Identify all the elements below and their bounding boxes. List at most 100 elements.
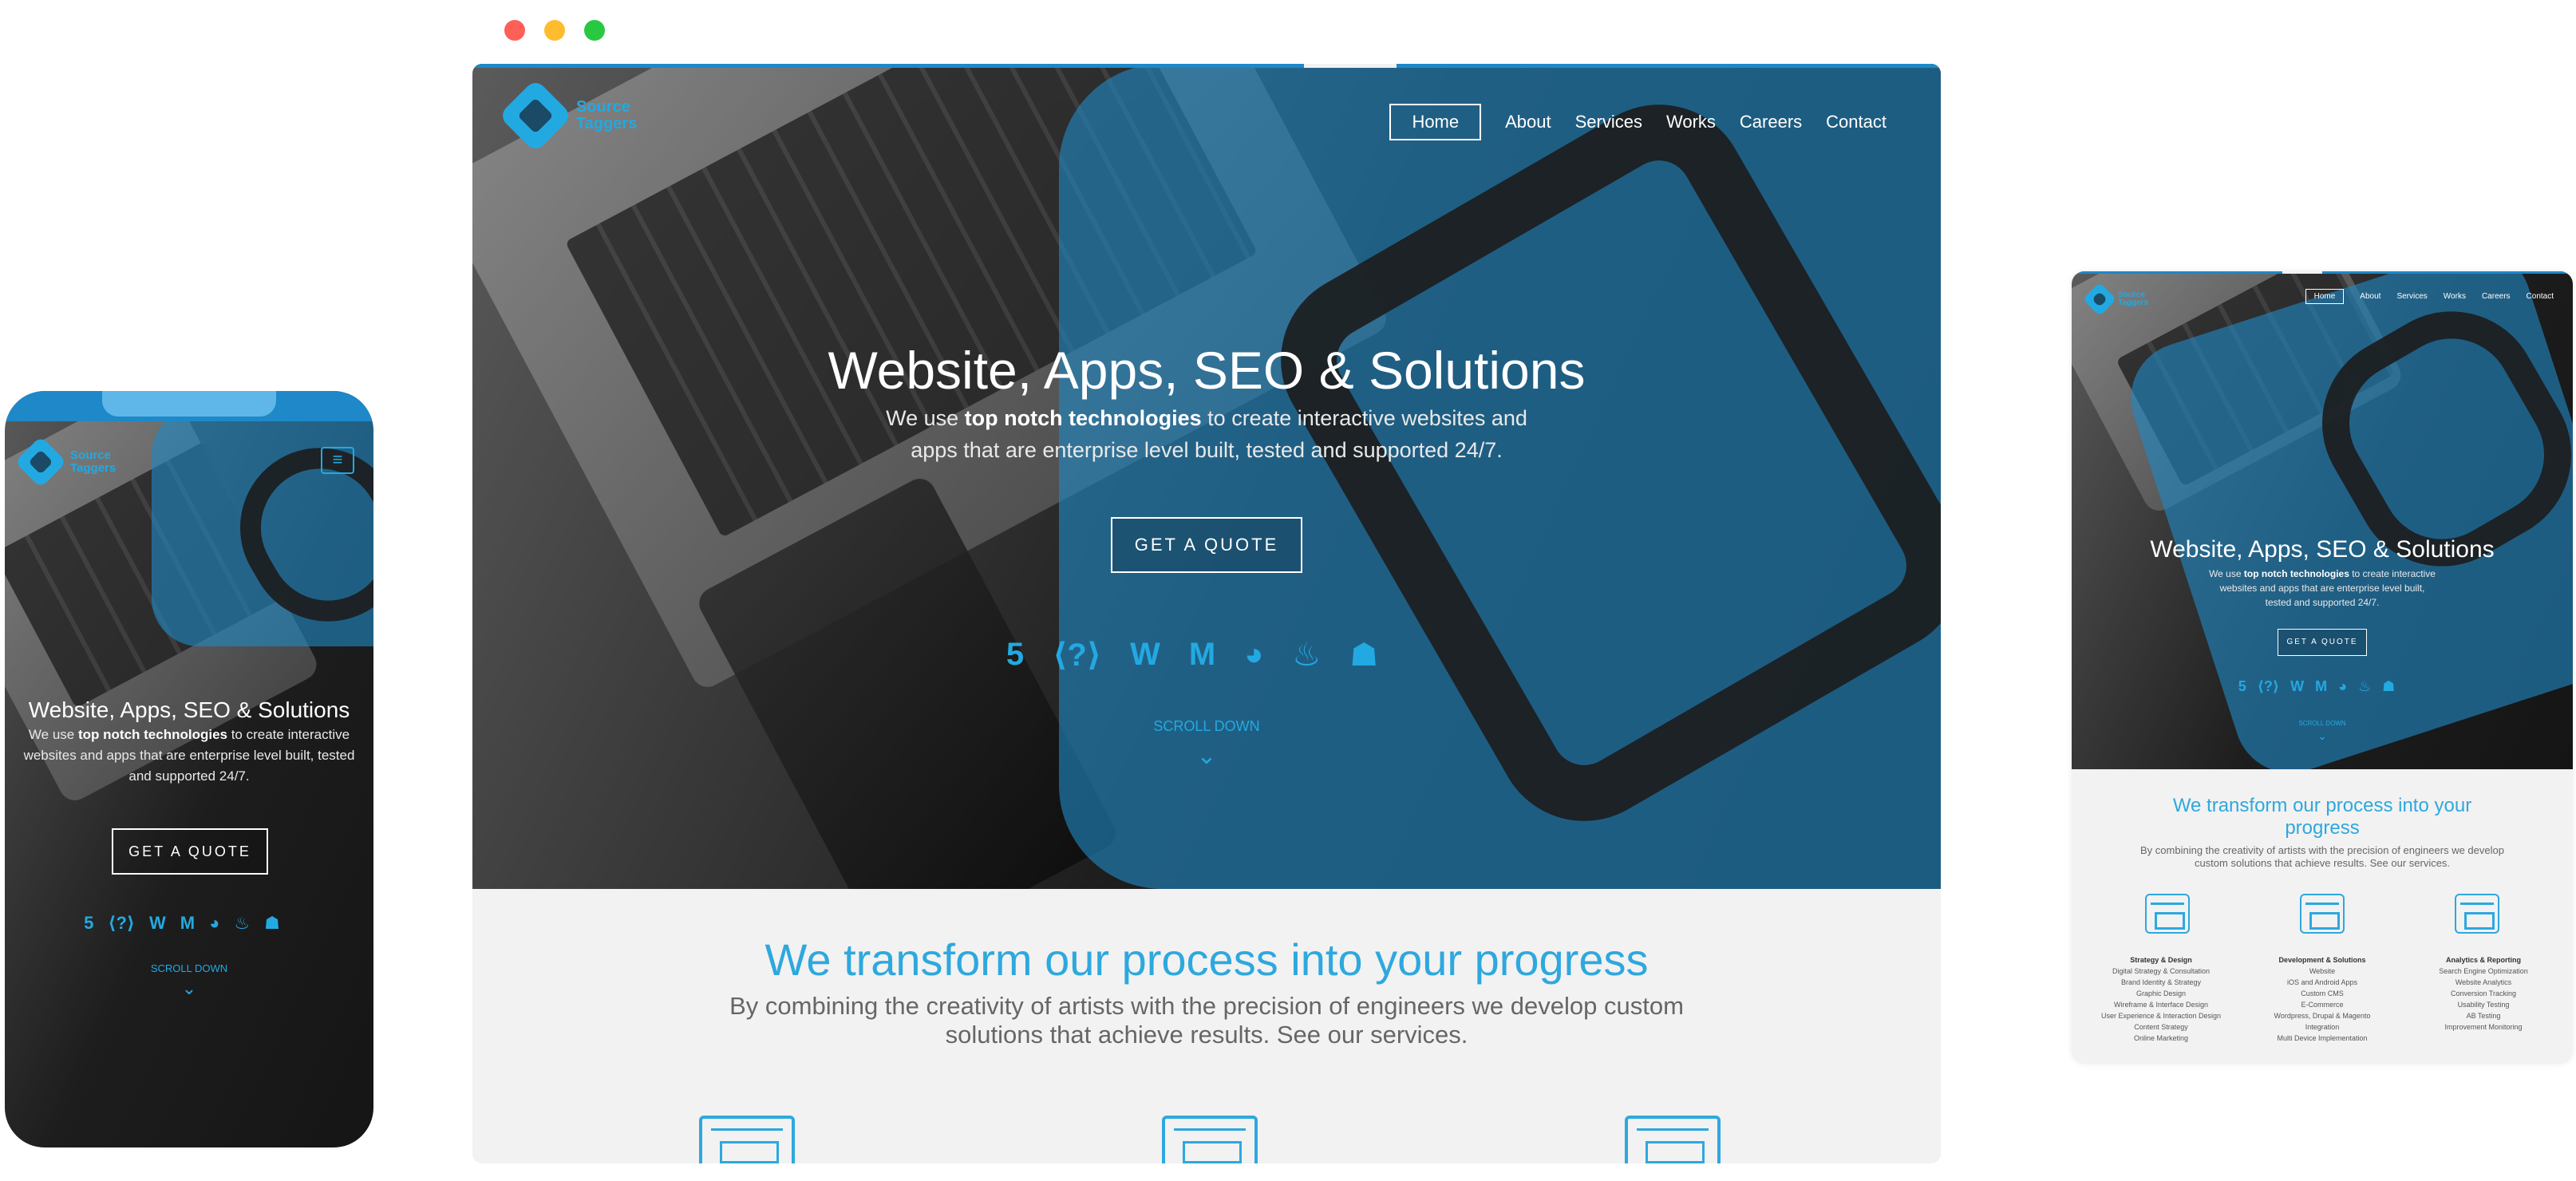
tablet-drupal-icon: ◕: [2338, 678, 2348, 694]
tablet-service-item: AB Testing: [2466, 1012, 2501, 1020]
strategy-design-icon: [699, 1116, 795, 1163]
tablet-hero-title: Website, Apps, SEO & Solutions: [2150, 536, 2495, 563]
phone-speaker-notch: [102, 391, 276, 417]
tablet-nav-contact[interactable]: Contact: [2527, 292, 2554, 301]
tablet-nav-services[interactable]: Services: [2396, 292, 2427, 301]
tablet-service-item: Usability Testing: [2457, 1001, 2510, 1009]
phone-logo-icon: [14, 436, 67, 488]
phone-get-quote-button[interactable]: GET A QUOTE: [112, 828, 268, 875]
nav-contact[interactable]: Contact: [1826, 112, 1887, 132]
phone-brand-logo[interactable]: Source Taggers: [14, 436, 116, 488]
top-accent-notch: [1304, 64, 1397, 68]
tablet-service-item: Online Marketing: [2133, 1034, 2189, 1042]
tablet-service-item: Custom CMS: [2301, 989, 2344, 997]
nav-about[interactable]: About: [1505, 112, 1551, 132]
tablet-service-item: Graphic Design: [2135, 989, 2187, 997]
phone-android-icon: ☗: [264, 913, 280, 933]
tablet-php-icon: ⟨?⟩: [2257, 678, 2280, 694]
logo-text: Source Taggers: [576, 98, 638, 132]
tablet-service-heading: Strategy & Design: [2130, 956, 2192, 964]
top-accent-bar: [472, 64, 1941, 68]
analytics-icon: [1625, 1116, 1721, 1163]
tablet-service-item: Wordpress, Drupal & Magento: [2274, 1012, 2371, 1020]
tablet-magento-icon: M: [2315, 678, 2328, 694]
tablet-service-item: User Experience & Interaction Design: [2100, 1012, 2222, 1020]
phone-wordpress-icon: W: [148, 913, 166, 933]
tablet-mockup: Source Taggers Home About Services Works …: [2072, 271, 2573, 1064]
tablet-chevron-down-icon[interactable]: ⌄: [2072, 729, 2573, 743]
phone-scroll-down-link[interactable]: SCROLL DOWN: [5, 962, 373, 974]
phone-php-icon: ⟨?⟩: [108, 913, 135, 933]
tablet-nav-about[interactable]: About: [2360, 292, 2380, 301]
brand-logo[interactable]: Source Taggers: [498, 78, 638, 153]
tablet-service-item: Brand Identity & Strategy: [2120, 978, 2202, 986]
tablet-brand-logo[interactable]: Source Taggers: [2082, 282, 2149, 317]
tablet-main-nav: Home About Services Works Careers Contac…: [2305, 289, 2554, 304]
close-dot: [504, 20, 525, 41]
tablet-service-heading: Development & Solutions: [2278, 956, 2366, 964]
logo-icon: [498, 78, 573, 153]
phone-hero-section: Source Taggers ≡ Website, Apps, SEO & Sol…: [5, 391, 373, 1147]
tablet-service-item: Content Strategy: [2134, 1023, 2188, 1031]
tablet-service-item: Digital Strategy & Consultation: [2112, 967, 2211, 975]
tablet-service-item: Wireframe & Interface Design: [2113, 1001, 2209, 1009]
nav-services[interactable]: Services: [1575, 112, 1642, 132]
tablet-top-accent-notch: [2282, 271, 2322, 274]
process-title: We transform our process into your progr…: [765, 934, 1649, 985]
phone-java-icon: ♨: [234, 913, 251, 933]
nav-home[interactable]: Home: [1389, 104, 1482, 140]
tablet-nav-works[interactable]: Works: [2444, 292, 2466, 301]
tablet-top-accent-bar: [2072, 271, 2573, 274]
phone-html5-icon: 5: [84, 913, 94, 933]
tablet-development-icon: [2300, 894, 2345, 934]
hero-subtitle: We use top notch technologies to create …: [886, 406, 1527, 462]
tablet-hero-subtitle: We use top notch technologies to create …: [2209, 568, 2436, 608]
tablet-service-heading: Analytics & Reporting: [2445, 956, 2521, 964]
tablet-logo-text: Source Taggers: [2118, 290, 2149, 307]
wordpress-icon: W: [1130, 637, 1160, 672]
process-subtitle: By combining the creativity of artists w…: [729, 992, 1684, 1049]
nav-careers[interactable]: Careers: [1740, 112, 1802, 132]
tablet-tech-icons-row: 5 ⟨?⟩ W M ◕ ♨ ☗: [2072, 678, 2573, 695]
tablet-hero-section: Source Taggers Home About Services Works …: [2072, 271, 2573, 769]
tablet-service-item: Integration: [2305, 1023, 2340, 1031]
java-icon: ♨: [1292, 638, 1322, 673]
tablet-service-item: Multi Device Implementation: [2277, 1034, 2368, 1042]
process-section: We transform our process into your progr…: [472, 934, 1941, 1049]
scroll-down-link[interactable]: SCROLL DOWN: [472, 718, 1941, 735]
tablet-service-item: E-Commerce: [2301, 1001, 2344, 1009]
tablet-service-item: Conversion Tracking: [2450, 989, 2517, 997]
tablet-process-section: We transform our process into your progr…: [2072, 795, 2573, 870]
tablet-process-subtitle: By combining the creativity of artists w…: [2140, 844, 2504, 869]
tablet-nav-careers[interactable]: Careers: [2482, 292, 2511, 301]
tablet-java-icon: ♨: [2358, 678, 2372, 694]
tablet-service-item: Search Engine Optimization: [2439, 967, 2528, 975]
phone-hero-subtitle: We use top notch technologies to create …: [23, 727, 355, 784]
phone-mockup: Source Taggers ≡ Website, Apps, SEO & Sol…: [5, 391, 373, 1147]
php-icon: ⟨?⟩: [1053, 638, 1102, 673]
nav-works[interactable]: Works: [1666, 112, 1716, 132]
hero-title: Website, Apps, SEO & Solutions: [828, 341, 1586, 400]
phone-drupal-icon: ◕: [209, 913, 220, 933]
tablet-logo-icon: [2082, 282, 2117, 317]
menu-icon[interactable]: ≡: [321, 447, 354, 474]
tablet-scroll-down-link[interactable]: SCROLL DOWN: [2072, 720, 2573, 727]
tablet-service-column-strategy: Strategy & Design Digital Strategy & Con…: [2083, 954, 2239, 1044]
tablet-service-item: Improvement Monitoring: [2444, 1023, 2523, 1031]
phone-chevron-down-icon[interactable]: ⌄: [5, 978, 373, 999]
drupal-icon: ◕: [1244, 637, 1264, 672]
minimize-dot: [544, 20, 565, 41]
tablet-nav-home[interactable]: Home: [2305, 289, 2345, 304]
tablet-get-quote-button[interactable]: GET A QUOTE: [2278, 629, 2367, 656]
magento-icon: M: [1188, 637, 1216, 672]
tablet-service-item: Website Analytics: [2455, 978, 2512, 986]
tablet-service-item: Website: [2309, 967, 2336, 975]
tablet-html5-icon: 5: [2238, 678, 2246, 694]
get-quote-button[interactable]: GET A QUOTE: [1111, 517, 1302, 573]
android-icon: ☗: [1349, 638, 1379, 673]
development-icon: [1162, 1116, 1258, 1163]
tablet-service-item: iOS and Android Apps: [2286, 978, 2358, 986]
tablet-service-column-analytics: Analytics & Reporting Search Engine Opti…: [2405, 954, 2562, 1033]
chevron-down-icon[interactable]: ⌄: [472, 742, 1941, 770]
tech-icons-row: 5 ⟨?⟩ W M ◕ ♨ ☗: [472, 637, 1941, 673]
